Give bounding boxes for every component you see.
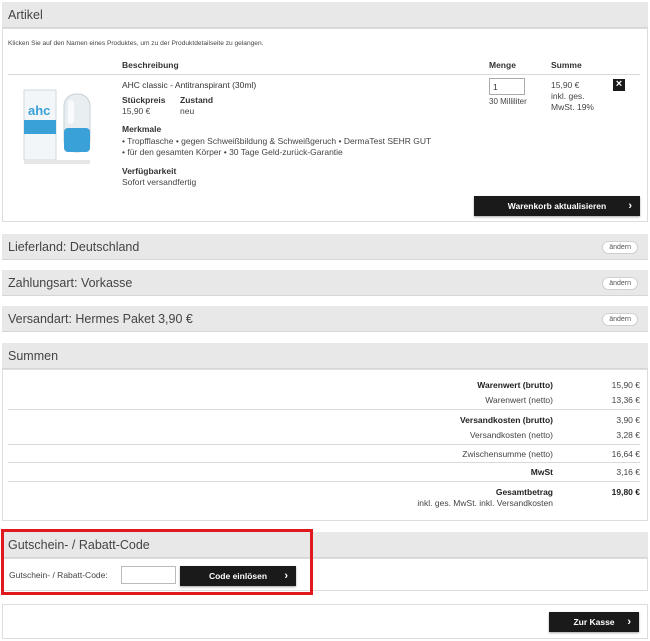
tax-note-1: inkl. ges.: [551, 91, 585, 101]
total-note: inkl. ges. MwSt. inkl. Versandkosten: [417, 498, 553, 508]
lieferland-title: Lieferland: Deutschland: [8, 240, 140, 254]
versandart-header: Versandart: Hermes Paket 3,90 € ändern: [2, 306, 648, 332]
product-brand-logo: ahc: [28, 103, 50, 118]
merkmale-line-1: • Tropfflasche • gegen Schweißbildung & …: [122, 136, 432, 146]
chevron-right-icon: ›: [627, 616, 631, 628]
stueckpreis-label: Stückpreis: [122, 95, 166, 105]
quantity-unit: 30 Milliliter: [489, 97, 527, 106]
update-cart-label: Warenkorb aktualisieren: [507, 201, 607, 211]
summary-value: 3,16 €: [616, 467, 640, 477]
artikel-title: Artikel: [8, 8, 43, 22]
zahlungsart-title: Zahlungsart: Vorkasse: [8, 276, 133, 290]
column-header-beschreibung: Beschreibung: [122, 60, 179, 70]
checkout-button[interactable]: Zur Kasse ›: [549, 612, 639, 632]
summary-divider: [8, 409, 640, 410]
summary-divider: [8, 444, 640, 445]
chevron-right-icon: ›: [628, 200, 632, 212]
lieferland-header: Lieferland: Deutschland ändern: [2, 234, 648, 260]
product-sum: 15,90 €: [551, 80, 580, 90]
summary-value: 13,36 €: [611, 395, 640, 405]
versandart-title: Versandart: Hermes Paket 3,90 €: [8, 312, 193, 326]
zahlungsart-header: Zahlungsart: Vorkasse ändern: [2, 270, 648, 296]
merkmale-label: Merkmale: [122, 124, 162, 134]
tax-note-2: MwSt. 19%: [551, 102, 594, 112]
product-link-hint: Klicken Sie auf den Namen eines Produkte…: [8, 40, 264, 47]
summary-label: Warenwert (netto): [485, 395, 553, 405]
stueckpreis-value: 15,90 €: [122, 106, 151, 116]
artikel-header: Artikel: [2, 2, 648, 28]
column-header-summe: Summe: [551, 60, 582, 70]
change-lieferland-button[interactable]: ändern: [602, 241, 638, 254]
checkout-label: Zur Kasse: [573, 617, 615, 627]
summary-value: 16,64 €: [611, 449, 640, 459]
close-icon[interactable]: ×: [613, 79, 625, 91]
total-label: Gesamtbetrag: [495, 487, 553, 497]
product-image[interactable]: ahc: [20, 80, 102, 176]
product-name-link[interactable]: AHC classic - Antitranspirant (30ml): [122, 80, 256, 90]
summary-value: 3,28 €: [616, 430, 640, 440]
summen-title: Summen: [8, 349, 59, 363]
summary-label: Warenwert (brutto): [477, 380, 553, 390]
quantity-input[interactable]: [489, 78, 525, 95]
column-header-menge: Menge: [489, 60, 516, 70]
summary-value: 15,90 €: [611, 380, 640, 390]
zustand-value: neu: [180, 106, 195, 116]
summary-divider: [8, 462, 640, 463]
change-versandart-button[interactable]: ändern: [602, 313, 638, 326]
summen-header: Summen: [2, 343, 648, 369]
summary-label: Versandkosten (netto): [469, 430, 553, 440]
summary-value: 3,90 €: [616, 415, 640, 425]
summary-label: MwSt: [530, 467, 553, 477]
summary-label: Zwischensumme (netto): [462, 449, 553, 459]
change-zahlungsart-button[interactable]: ändern: [602, 277, 638, 290]
update-cart-button[interactable]: Warenkorb aktualisieren ›: [474, 196, 640, 216]
header-divider: [8, 74, 640, 75]
merkmale-line-2: • für den gesamten Körper • 30 Tage Geld…: [122, 147, 343, 157]
voucher-highlight-frame: [1, 529, 313, 595]
verfuegbarkeit-label: Verfügbarkeit: [122, 166, 177, 176]
zustand-label: Zustand: [180, 95, 214, 105]
verfuegbarkeit-value: Sofort versandfertig: [122, 177, 197, 187]
total-value: 19,80 €: [611, 487, 640, 497]
summary-label: Versandkosten (brutto): [459, 415, 553, 425]
summary-divider: [8, 481, 640, 482]
